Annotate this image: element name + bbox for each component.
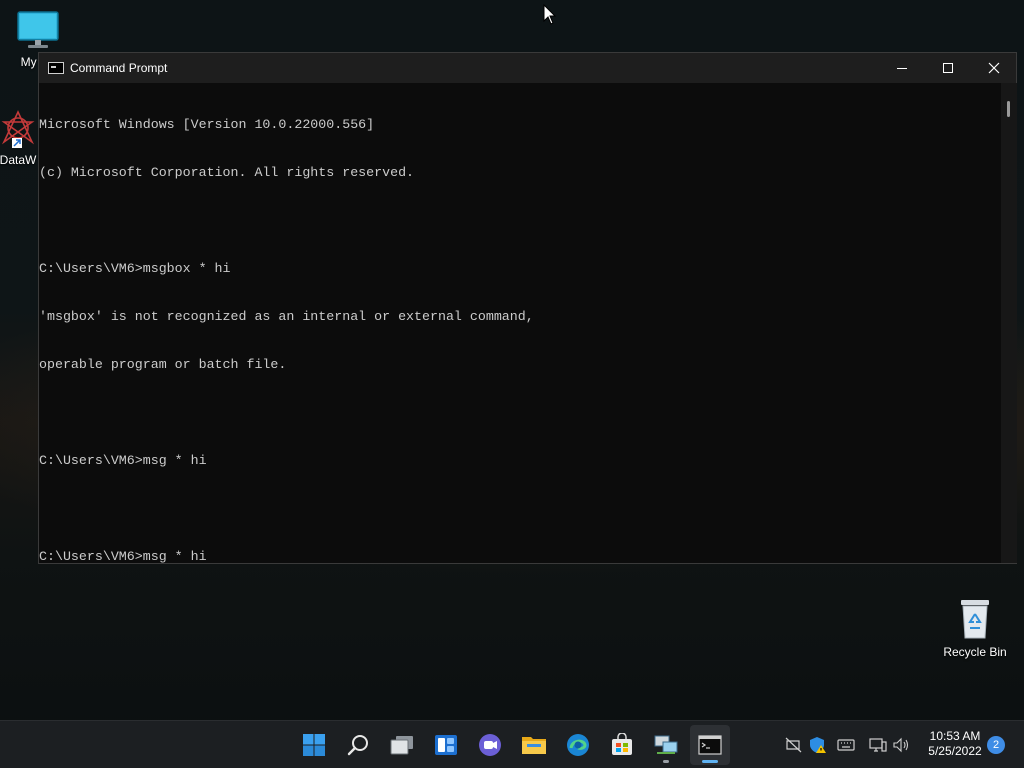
mouse-cursor-icon [543, 4, 557, 25]
task-view-button[interactable] [382, 725, 422, 765]
search-button[interactable] [338, 725, 378, 765]
dataw-app-icon [1, 110, 35, 148]
clock-date: 5/25/2022 [928, 744, 982, 758]
close-button[interactable] [971, 53, 1017, 83]
hidden-icons-icon [785, 737, 802, 753]
speaker-icon [893, 737, 909, 753]
search-icon [347, 735, 368, 756]
console-line: C:\Users\VM6>msg * hi [39, 453, 207, 468]
cmd-icon [698, 735, 722, 755]
active-indicator [702, 760, 718, 763]
widgets-icon [435, 735, 457, 755]
cmd-icon [48, 62, 64, 74]
notification-count-badge[interactable]: 2 [987, 736, 1005, 754]
clock-time: 10:53 AM [929, 729, 981, 743]
keyboard-icon [837, 739, 855, 751]
network-app-icon [654, 735, 678, 754]
scrollbar-thumb[interactable] [1007, 101, 1010, 117]
console-line: operable program or batch file. [39, 357, 287, 372]
tray-keyboard-icon[interactable] [836, 735, 856, 755]
desktop-icon-label: Recycle Bin [943, 645, 1007, 659]
minimize-icon [897, 67, 907, 69]
close-icon [988, 62, 1000, 74]
chat-icon [479, 734, 501, 756]
title-bar[interactable]: Command Prompt [39, 53, 1016, 83]
command-prompt-window[interactable]: Command Prompt Microsoft Windows [Versio… [38, 52, 1017, 564]
desktop-icon-recycle-bin[interactable]: Recycle Bin [935, 596, 1015, 659]
shield-warning-icon [810, 737, 826, 753]
command-prompt-taskbar-button[interactable] [690, 725, 730, 765]
running-indicator [663, 760, 669, 763]
edge-icon [567, 734, 589, 756]
folder-icon [522, 737, 546, 754]
window-title: Command Prompt [70, 61, 168, 75]
store-icon [612, 733, 632, 755]
network-app-button[interactable] [646, 725, 686, 765]
edge-button[interactable] [558, 725, 598, 765]
recycle-bin-icon [961, 600, 989, 639]
console-output[interactable]: Microsoft Windows [Version 10.0.22000.55… [39, 83, 1001, 563]
task-view-icon [390, 736, 413, 755]
network-icon [869, 738, 887, 752]
minimize-button[interactable] [879, 53, 925, 83]
console-line: (c) Microsoft Corporation. All rights re… [39, 165, 415, 180]
taskbar: 10:53 AM 5/25/2022 [0, 720, 1024, 768]
console-line: C:\Users\VM6>msgbox * hi [39, 261, 231, 276]
console-line: 'msgbox' is not recognized as an interna… [39, 309, 534, 324]
taskbar-clock[interactable]: 10:53 AM 5/25/2022 [915, 729, 995, 759]
console-prompt-line: C:\Users\VM6>msg * hi [39, 549, 207, 563]
chat-button[interactable] [470, 725, 510, 765]
widgets-button[interactable] [426, 725, 466, 765]
maximize-button[interactable] [925, 53, 971, 83]
console-line: Microsoft Windows [Version 10.0.22000.55… [39, 117, 375, 132]
windows-logo-icon [303, 734, 325, 756]
maximize-icon [943, 63, 953, 73]
file-explorer-button[interactable] [514, 725, 554, 765]
store-button[interactable] [602, 725, 642, 765]
tray-network-icon[interactable] [868, 735, 888, 755]
tray-volume-icon[interactable] [892, 735, 912, 755]
monitor-icon [17, 11, 59, 48]
vertical-scrollbar[interactable] [1001, 83, 1017, 563]
tray-security-icon[interactable] [808, 735, 828, 755]
start-button[interactable] [294, 725, 334, 765]
tray-display-off-icon[interactable] [784, 735, 804, 755]
